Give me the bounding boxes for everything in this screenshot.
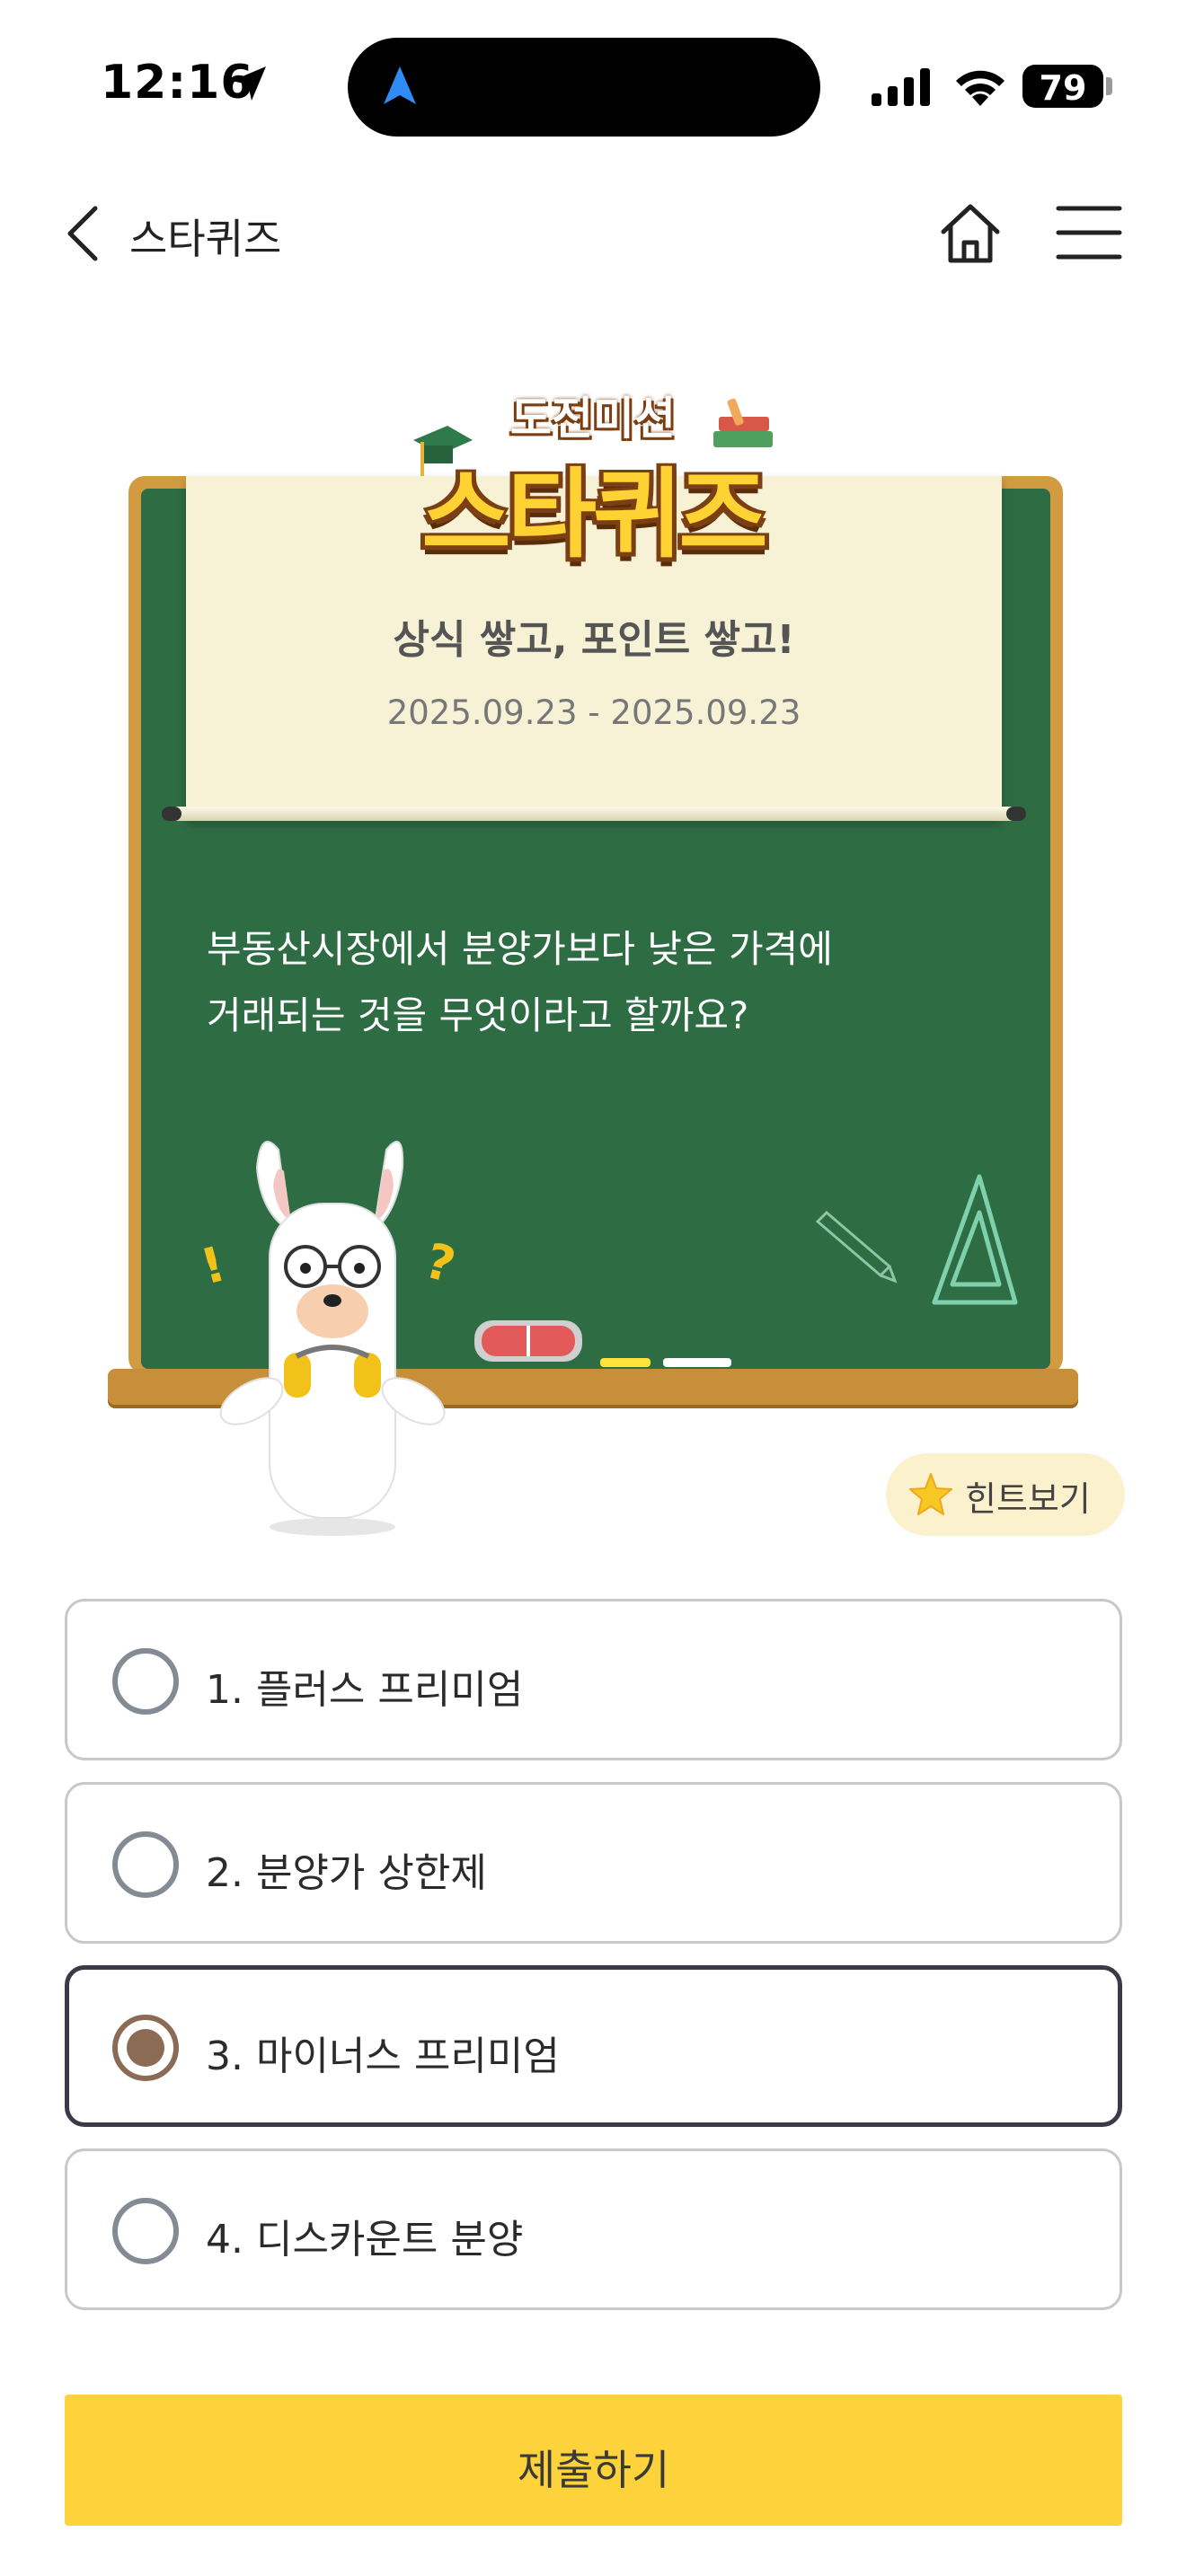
radio-button-checked[interactable] — [112, 2015, 179, 2081]
back-arrow-icon[interactable] — [54, 198, 117, 269]
battery-indicator: 79 — [1022, 65, 1103, 108]
radio-dot — [127, 2029, 164, 2067]
chalk-pieces — [600, 1358, 731, 1367]
location-arrow-icon — [232, 66, 266, 101]
star-icon — [909, 1473, 952, 1515]
question-line: 부동산시장에서 분양가보다 낮은 가격에 — [207, 927, 833, 971]
answer-option-3[interactable]: 3. 마이너스 프리미엄 — [65, 1965, 1122, 2127]
hint-button[interactable]: 힌트보기 — [886, 1453, 1125, 1536]
wifi-icon — [956, 70, 1005, 106]
answer-option-4[interactable]: 4. 디스카운트 분양 — [65, 2148, 1122, 2310]
radio-button[interactable] — [112, 1831, 179, 1898]
battery-tip — [1106, 77, 1112, 95]
page-title: 스타퀴즈 — [129, 215, 282, 263]
dynamic-island — [348, 38, 820, 137]
svg-text:!: ! — [195, 1235, 231, 1295]
option-label: 1. 플러스 프리미엄 — [206, 1667, 524, 1713]
submit-button[interactable]: 제출하기 — [65, 2395, 1122, 2526]
radio-button[interactable] — [112, 2198, 179, 2264]
option-label: 2. 분양가 상한제 — [206, 1850, 487, 1896]
quiz-subtitle: 상식 쌓고, 포인트 쌓고! — [393, 617, 795, 663]
svg-text:?: ? — [420, 1232, 462, 1294]
answer-option-2[interactable]: 2. 분양가 상한제 — [65, 1782, 1122, 1944]
star-quiz-logo: 도전미션 스타퀴즈 — [412, 377, 774, 575]
option-label: 3. 마이너스 프리미엄 — [206, 2033, 560, 2079]
chalk-drawing-decoration — [815, 1174, 1018, 1305]
cellular-signal-icon — [872, 68, 930, 106]
quiz-board: 도전미션 스타퀴즈 상식 쌓고, 포인트 쌓고! 2025.09.23 - 20… — [108, 377, 1078, 1536]
question-line: 거래되는 것을 무엇이라고 할까요? — [207, 993, 749, 1037]
alpaca-mascot-illustration: ! ? — [195, 1141, 462, 1536]
scroll-rod-cap — [162, 807, 181, 821]
submit-label: 제출하기 — [517, 2446, 670, 2494]
hamburger-menu-icon[interactable] — [1055, 201, 1123, 264]
quiz-period: 2025.09.23 - 2025.09.23 — [386, 693, 801, 732]
battery-level: 79 — [1039, 68, 1087, 108]
scroll-rod — [168, 807, 1020, 821]
home-icon[interactable] — [934, 198, 1006, 269]
option-label: 4. 디스카운트 분양 — [206, 2217, 524, 2263]
answer-option-1[interactable]: 1. 플러스 프리미엄 — [65, 1599, 1122, 1760]
navigation-icon — [384, 66, 416, 104]
hint-label: 힌트보기 — [965, 1479, 1091, 1519]
navbar: 스타퀴즈 — [0, 171, 1186, 296]
question-text: 부동산시장에서 분양가보다 낮은 가격에 거래되는 것을 무엇이라고 할까요? — [207, 916, 979, 1049]
status-bar: 12:16 79 — [0, 0, 1186, 171]
logo-title: 스타퀴즈 — [421, 459, 767, 571]
scroll-rod-cap — [1006, 807, 1026, 821]
radio-button[interactable] — [112, 1648, 179, 1715]
